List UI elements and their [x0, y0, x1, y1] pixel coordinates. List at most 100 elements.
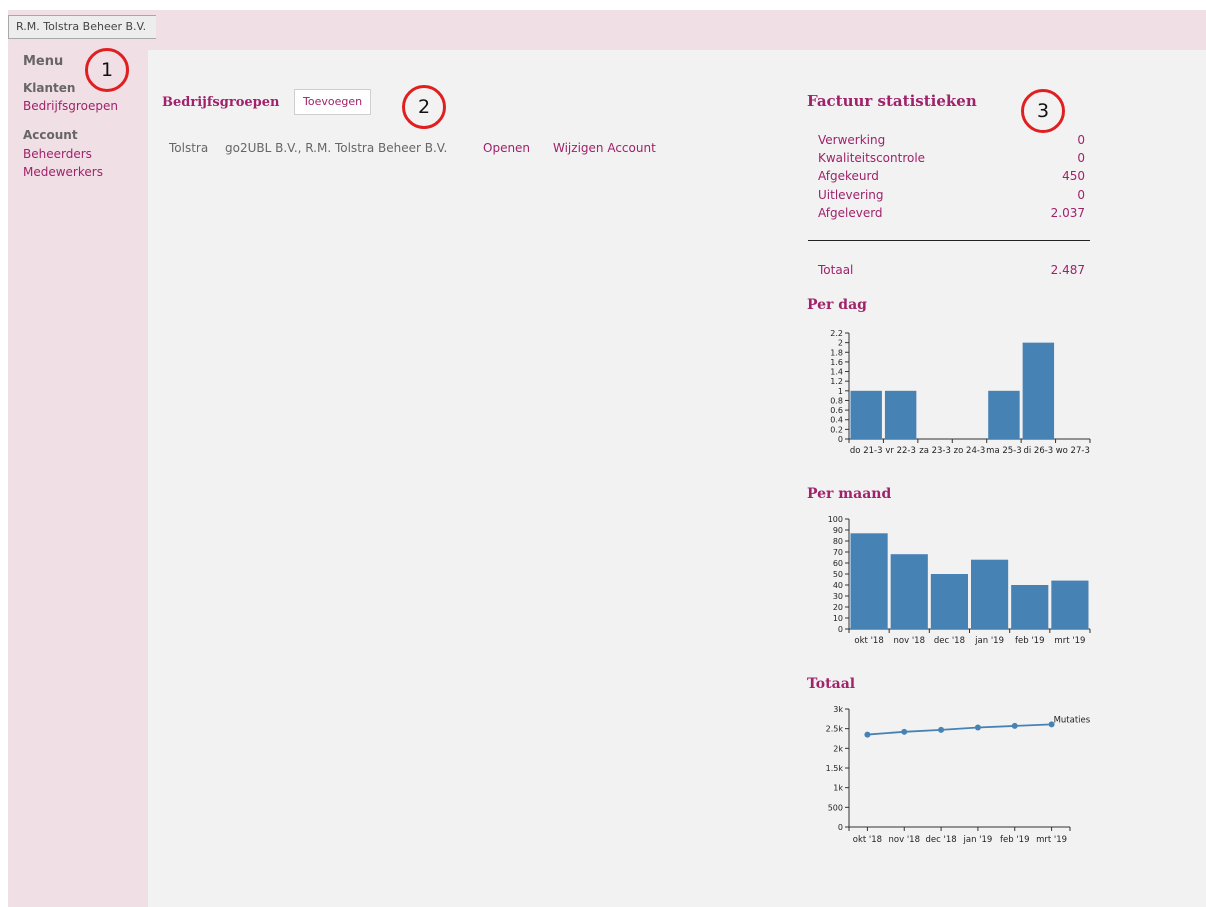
sidebar-item-medewerkers[interactable]: Medewerkers	[23, 165, 103, 179]
chart-title-per-maand: Per maand	[807, 486, 892, 502]
sidebar-item-beheerders[interactable]: Beheerders	[23, 147, 92, 161]
y-tick-label: 1k	[833, 784, 843, 793]
data-point	[864, 731, 871, 738]
y-tick-label: 2.5k	[826, 725, 844, 734]
stat-label-verwerking: Verwerking	[818, 133, 886, 147]
annotation-marker-3: 3	[1021, 89, 1065, 133]
x-tick-label: okt '18	[853, 835, 882, 845]
y-tick-label: 60	[833, 559, 843, 568]
bar	[930, 574, 968, 629]
y-tick-label: 50	[833, 570, 843, 579]
y-tick-label: 70	[833, 548, 843, 557]
stat-value-kwaliteitscontrole: 0	[1077, 151, 1085, 165]
x-tick-label: jan '19	[963, 835, 993, 845]
stat-value-uitlevering: 0	[1077, 188, 1085, 202]
bar	[1051, 580, 1089, 629]
y-tick-label: 100	[828, 515, 843, 524]
x-tick-label: feb '19	[1015, 636, 1044, 646]
chart-totaal: 0 500 1k 1.5k 2k 2.5k 3k okt '18 nov '18 dec '18 j…	[826, 705, 1091, 845]
chart-per-maand: 0 10 20 30 40 50 60 70 80 90 100 okt '18 nov '18 dec …	[828, 515, 1091, 646]
y-tick-label: 2.2	[830, 329, 843, 338]
data-point	[901, 728, 908, 735]
y-tick-label: 30	[833, 592, 843, 601]
open-group-link[interactable]: Openen	[483, 141, 530, 155]
x-tick-label: ma 25-3	[986, 446, 1021, 456]
sidebar-item-bedrijfsgroepen[interactable]: Bedrijfsgroepen	[23, 99, 118, 113]
y-tick-label: 3k	[833, 705, 843, 714]
y-tick-label: 0.6	[830, 406, 843, 415]
y-tick-label: 1.5k	[826, 764, 844, 773]
y-tick-label: 0.4	[830, 416, 843, 425]
x-tick-label: di 26-3	[1023, 446, 1053, 456]
chart-title-per-dag: Per dag	[807, 297, 867, 313]
stats-title: Factuur statistieken	[807, 92, 977, 110]
data-point	[974, 724, 981, 731]
x-tick-label: dec '18	[934, 636, 965, 646]
edit-account-link[interactable]: Wijzigen Account	[553, 141, 656, 155]
top-bar: R.M. Tolstra Beheer B.V.	[8, 10, 1206, 50]
y-tick-label: 2k	[833, 744, 843, 753]
bar	[971, 559, 1009, 629]
chart-per-dag: 00.20.40.60.811.21.41.61.822.2 do 21-3 vr …	[830, 329, 1091, 456]
bar	[1022, 342, 1055, 439]
x-tick-label: nov '18	[889, 835, 920, 845]
y-tick-label: 40	[833, 581, 843, 590]
y-tick-label: 20	[833, 603, 843, 612]
groups-title: Bedrijfsgroepen	[162, 95, 280, 110]
x-tick-label: mrt '19	[1054, 636, 1085, 646]
y-tick-label: 500	[828, 803, 843, 812]
y-tick-label: 2	[838, 339, 843, 348]
menu-label: Menu	[23, 54, 64, 69]
stat-total-value: 2.487	[1050, 263, 1085, 277]
y-tick-label: 0	[838, 625, 843, 634]
y-tick-label: 0	[838, 435, 843, 444]
y-tick-label: 1.2	[830, 377, 843, 386]
annotation-marker-2: 2	[402, 85, 446, 129]
y-tick-label: 10	[833, 614, 843, 623]
x-tick-label: nov '18	[894, 636, 925, 646]
chart-title-totaal: Totaal	[807, 676, 856, 692]
sidebar: Menu Klanten Bedrijfsgroepen Account Beh…	[8, 50, 148, 907]
x-tick-label: dec '18	[926, 835, 957, 845]
x-tick-label: jan '19	[974, 636, 1004, 646]
series-line-mutaties	[867, 723, 1052, 736]
stat-label-uitlevering: Uitlevering	[818, 188, 884, 202]
y-tick-label: 80	[833, 537, 843, 546]
stat-label-afgekeurd: Afgekeurd	[818, 169, 879, 183]
bar	[988, 390, 1020, 439]
x-tick-label: vr 22-3	[885, 446, 916, 456]
x-tick-label: feb '19	[1000, 835, 1029, 845]
y-tick-label: 1	[838, 387, 843, 396]
stat-value-afgeleverd: 2.037	[1050, 206, 1085, 220]
stat-value-afgekeurd: 450	[1062, 169, 1085, 183]
stat-label-afgeleverd: Afgeleverd	[818, 206, 883, 220]
data-point	[938, 726, 945, 733]
sidebar-heading-klanten: Klanten	[23, 81, 76, 95]
annotation-marker-1: 1	[85, 48, 129, 92]
y-tick-label: 1.6	[830, 358, 843, 367]
group-companies: go2UBL B.V., R.M. Tolstra Beheer B.V.	[225, 141, 448, 155]
y-tick-label: 1.4	[830, 368, 843, 377]
data-point	[1011, 722, 1018, 729]
x-tick-label: do 21-3	[850, 446, 883, 456]
x-tick-label: okt '18	[854, 636, 883, 646]
y-tick-label: 90	[833, 526, 843, 535]
x-tick-label: za 23-3	[919, 446, 951, 456]
x-tick-label: zo 24-3	[954, 446, 986, 456]
sidebar-heading-account: Account	[23, 128, 78, 142]
stat-total-label: Totaal	[818, 263, 854, 277]
breadcrumb[interactable]: R.M. Tolstra Beheer B.V.	[8, 15, 157, 39]
add-group-button[interactable]: Toevoegen	[294, 89, 372, 115]
x-tick-label: mrt '19	[1036, 835, 1067, 845]
y-tick-label: 0	[838, 823, 843, 832]
bar	[884, 390, 917, 439]
series-label-mutaties: Mutaties	[1054, 715, 1091, 725]
bar	[890, 554, 928, 629]
y-tick-label: 1.8	[830, 348, 843, 357]
stat-value-verwerking: 0	[1077, 133, 1085, 147]
y-tick-label: 0.2	[830, 425, 843, 434]
bar	[850, 533, 888, 629]
y-tick-label: 0.8	[830, 396, 843, 405]
bar	[850, 390, 882, 439]
bar	[1011, 585, 1049, 629]
